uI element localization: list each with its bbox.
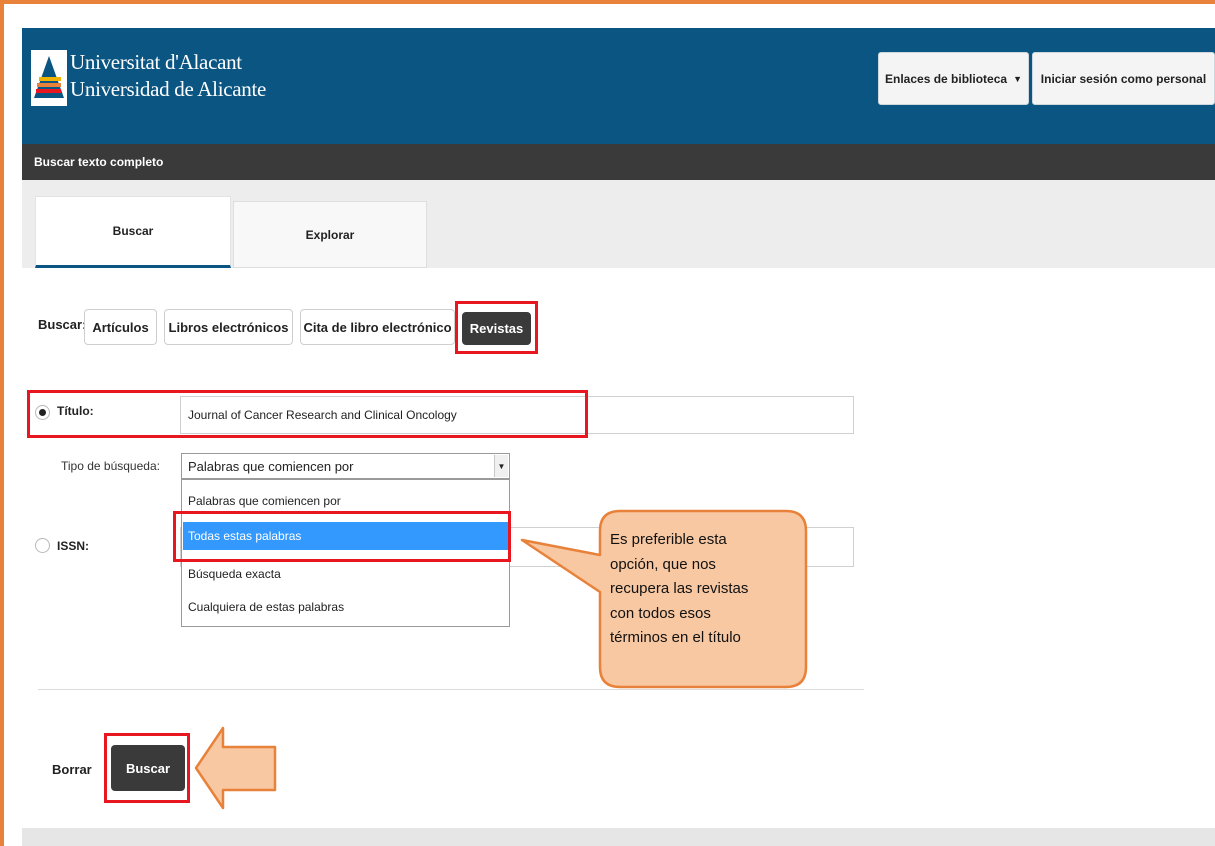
callout-text: Es preferible esta opción, que nos recup… [610, 528, 800, 651]
callout-line: con todos esos [610, 604, 711, 622]
annotation-overlay [194, 509, 808, 810]
callout-line: Es preferible esta [610, 531, 727, 548]
callout-line: recupera las revistas [610, 580, 749, 597]
arrow-pointer-icon [194, 726, 277, 810]
callout-line: términos en el título [610, 629, 741, 646]
callout-line: opción, que nos [610, 555, 716, 573]
